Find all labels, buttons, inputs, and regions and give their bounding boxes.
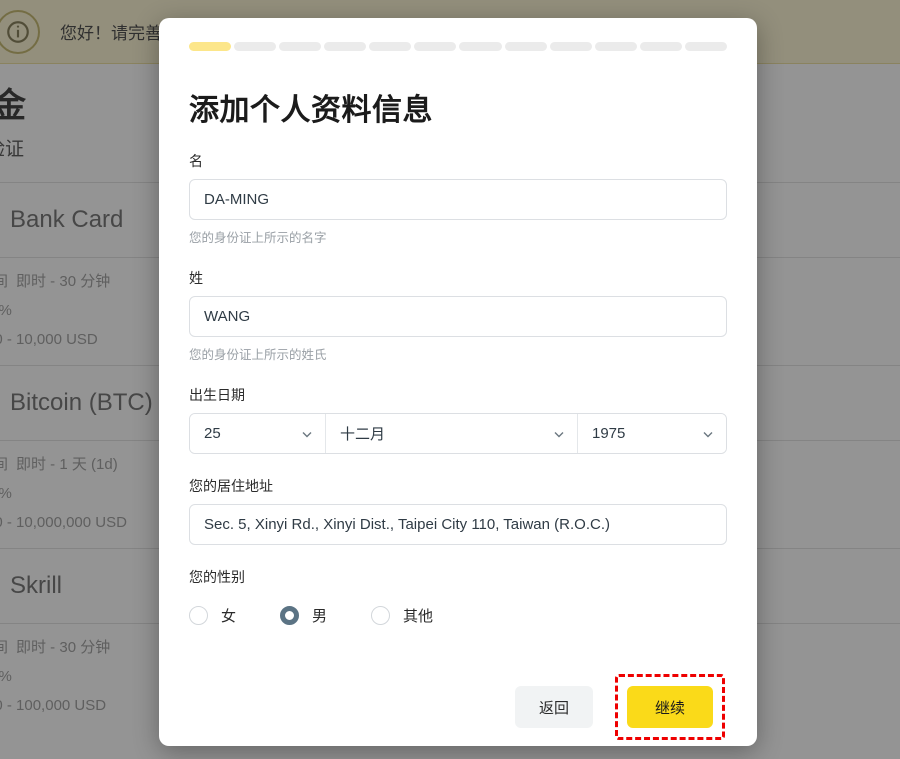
last-name-field-group: 姓 您的身份证上所示的姓氏 <box>189 268 727 363</box>
progress-segment <box>189 42 232 51</box>
last-name-hint: 您的身份证上所示的姓氏 <box>189 348 327 362</box>
gender-label: 您的性别 <box>189 569 245 585</box>
last-name-label: 姓 <box>189 270 203 286</box>
progress-segment <box>594 42 637 51</box>
birth-date-label: 出生日期 <box>189 387 245 403</box>
birth-month-select[interactable]: 十二月 <box>326 414 578 453</box>
gender-radio-group: 女 男 其他 <box>189 605 727 626</box>
birth-date-selects: 25 十二月 1975 <box>189 413 727 454</box>
progress-segment <box>414 42 457 51</box>
personal-info-modal: 添加个人资料信息 名 您的身份证上所示的名字 姓 您的身份证上所示的姓氏 出生日… <box>159 18 757 746</box>
birth-year-select[interactable]: 1975 <box>578 414 726 453</box>
progress-segment <box>324 42 367 51</box>
birth-date-field-group: 出生日期 25 十二月 1975 <box>189 385 727 454</box>
chevron-down-icon <box>553 428 565 440</box>
gender-option-label: 女 <box>221 608 237 625</box>
chevron-down-icon <box>702 428 714 440</box>
progress-segment <box>549 42 592 51</box>
step-progress-bar <box>189 42 727 51</box>
address-input[interactable] <box>189 504 727 545</box>
gender-option-male[interactable]: 男 <box>280 605 327 626</box>
progress-segment <box>504 42 547 51</box>
birth-day-select[interactable]: 25 <box>190 414 326 453</box>
gender-field-group: 您的性别 女 男 其他 <box>189 567 727 626</box>
radio-circle-icon <box>371 606 391 625</box>
progress-segment <box>369 42 412 51</box>
birth-day-value: 25 <box>204 425 221 442</box>
last-name-input[interactable] <box>189 296 727 337</box>
gender-option-other[interactable]: 其他 <box>371 605 433 626</box>
first-name-field-group: 名 您的身份证上所示的名字 <box>189 151 727 246</box>
progress-segment <box>684 42 727 51</box>
continue-button-highlight: 继续 <box>615 674 725 740</box>
radio-circle-icon <box>189 606 208 625</box>
modal-title: 添加个人资料信息 <box>189 94 433 127</box>
progress-segment <box>459 42 502 51</box>
progress-segment <box>234 42 277 51</box>
radio-circle-selected-icon <box>280 606 300 625</box>
modal-actions: 返回 继续 <box>189 674 727 740</box>
back-button[interactable]: 返回 <box>515 686 593 728</box>
birth-year-value: 1975 <box>592 425 626 442</box>
birth-month-value: 十二月 <box>340 426 386 443</box>
first-name-hint: 您的身份证上所示的名字 <box>189 231 327 245</box>
first-name-input[interactable] <box>189 179 727 220</box>
gender-option-female[interactable]: 女 <box>189 605 236 626</box>
first-name-label: 名 <box>189 153 203 169</box>
progress-segment <box>279 42 322 51</box>
progress-segment <box>639 42 682 51</box>
gender-option-label: 男 <box>312 608 328 625</box>
gender-option-label: 其他 <box>403 608 434 625</box>
address-label: 您的居住地址 <box>189 478 273 494</box>
continue-button[interactable]: 继续 <box>627 686 713 728</box>
address-field-group: 您的居住地址 <box>189 476 727 545</box>
chevron-down-icon <box>301 428 313 440</box>
